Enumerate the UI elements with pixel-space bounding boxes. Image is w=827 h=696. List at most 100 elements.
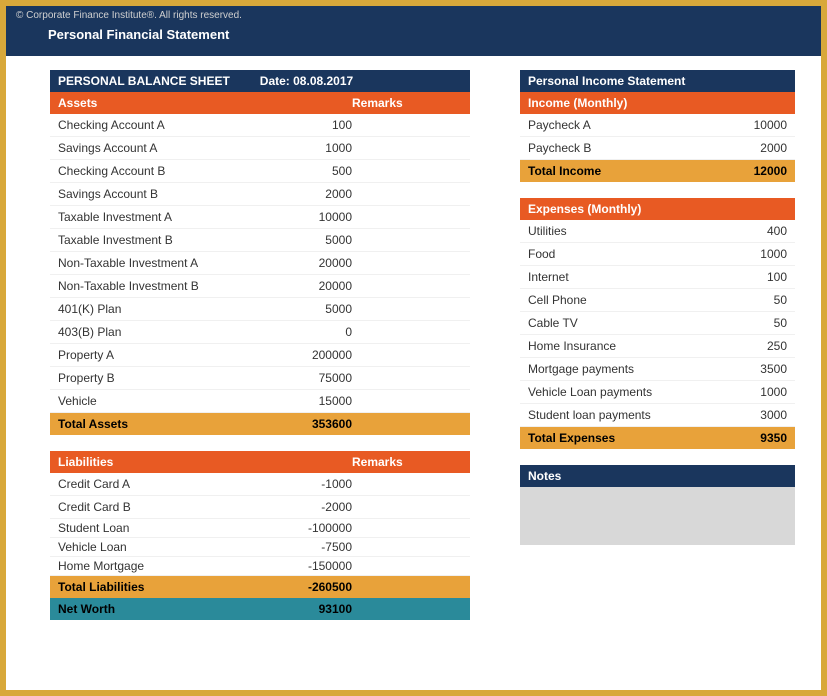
income-row: Paycheck A10000 <box>520 114 795 137</box>
total-assets-value: 353600 <box>262 417 352 431</box>
expense-value: 250 <box>717 339 787 353</box>
expense-label: Vehicle Loan payments <box>528 385 717 399</box>
expenses-header-label: Expenses (Monthly) <box>528 202 641 216</box>
remarks-col-label: Remarks <box>352 96 462 110</box>
income-label: Paycheck B <box>528 141 717 155</box>
asset-label: Taxable Investment B <box>58 233 262 247</box>
asset-row: Checking Account A100 <box>50 114 470 137</box>
asset-value: 75000 <box>262 371 352 385</box>
income-label: Paycheck A <box>528 118 717 132</box>
expense-value: 50 <box>717 316 787 330</box>
asset-row: Checking Account B500 <box>50 160 470 183</box>
page-title: Personal Financial Statement <box>48 27 811 42</box>
asset-row: Taxable Investment A10000 <box>50 206 470 229</box>
income-row: Paycheck B2000 <box>520 137 795 160</box>
liability-row: Student Loan-100000 <box>50 519 470 538</box>
asset-value: 500 <box>262 164 352 178</box>
expense-value: 400 <box>717 224 787 238</box>
liability-value: -2000 <box>262 500 352 514</box>
liabilities-list: Credit Card A-1000Credit Card B-2000Stud… <box>50 473 470 576</box>
liability-label: Home Mortgage <box>58 559 262 573</box>
liability-label: Credit Card A <box>58 477 262 491</box>
total-expenses-label: Total Expenses <box>528 431 717 445</box>
total-assets-label: Total Assets <box>58 417 262 431</box>
expense-value: 3000 <box>717 408 787 422</box>
asset-row: Savings Account B2000 <box>50 183 470 206</box>
expense-row: Mortgage payments3500 <box>520 358 795 381</box>
asset-value: 200000 <box>262 348 352 362</box>
asset-label: Vehicle <box>58 394 262 408</box>
asset-row: Property B75000 <box>50 367 470 390</box>
income-header-label: Income (Monthly) <box>528 96 627 110</box>
asset-row: Property A200000 <box>50 344 470 367</box>
asset-value: 20000 <box>262 279 352 293</box>
notes-label: Notes <box>528 469 561 483</box>
income-value: 10000 <box>717 118 787 132</box>
asset-value: 15000 <box>262 394 352 408</box>
assets-col-label: Assets <box>58 96 352 110</box>
asset-row: Non-Taxable Investment B20000 <box>50 275 470 298</box>
assets-list: Checking Account A100Savings Account A10… <box>50 114 470 413</box>
balance-sheet-title: PERSONAL BALANCE SHEET Date: 08.08.2017 <box>50 70 470 92</box>
expense-value: 3500 <box>717 362 787 376</box>
total-income-label: Total Income <box>528 164 717 178</box>
liability-row: Home Mortgage-150000 <box>50 557 470 576</box>
liability-label: Student Loan <box>58 521 262 535</box>
asset-value: 10000 <box>262 210 352 224</box>
asset-value: 20000 <box>262 256 352 270</box>
expense-label: Mortgage payments <box>528 362 717 376</box>
document-frame: © Corporate Finance Institute®. All righ… <box>0 0 827 696</box>
expense-value: 100 <box>717 270 787 284</box>
asset-label: Checking Account A <box>58 118 262 132</box>
asset-label: Non-Taxable Investment A <box>58 256 262 270</box>
content-area: PERSONAL BALANCE SHEET Date: 08.08.2017 … <box>6 56 821 630</box>
liability-row: Credit Card B-2000 <box>50 496 470 519</box>
asset-label: 403(B) Plan <box>58 325 262 339</box>
liability-label: Credit Card B <box>58 500 262 514</box>
liability-label: Vehicle Loan <box>58 540 262 554</box>
expense-row: Internet100 <box>520 266 795 289</box>
net-worth-value: 93100 <box>262 602 352 616</box>
asset-label: Property B <box>58 371 262 385</box>
asset-value: 0 <box>262 325 352 339</box>
asset-row: Non-Taxable Investment A20000 <box>50 252 470 275</box>
asset-row: Savings Account A1000 <box>50 137 470 160</box>
expense-value: 1000 <box>717 247 787 261</box>
liability-value: -7500 <box>262 540 352 554</box>
asset-value: 5000 <box>262 302 352 316</box>
asset-label: Non-Taxable Investment B <box>58 279 262 293</box>
total-liabilities-row: Total Liabilities -260500 <box>50 576 470 598</box>
asset-label: Taxable Investment A <box>58 210 262 224</box>
asset-value: 1000 <box>262 141 352 155</box>
asset-label: Checking Account B <box>58 164 262 178</box>
total-expenses-row: Total Expenses 9350 <box>520 427 795 449</box>
liability-row: Credit Card A-1000 <box>50 473 470 496</box>
income-header: Income (Monthly) <box>520 92 795 114</box>
total-assets-row: Total Assets 353600 <box>50 413 470 435</box>
liability-value: -150000 <box>262 559 352 573</box>
total-income-row: Total Income 12000 <box>520 160 795 182</box>
asset-label: Savings Account B <box>58 187 262 201</box>
asset-label: Savings Account A <box>58 141 262 155</box>
expense-row: Utilities400 <box>520 220 795 243</box>
total-liabilities-value: -260500 <box>262 580 352 594</box>
income-statement-title: Personal Income Statement <box>520 70 795 92</box>
expense-label: Cell Phone <box>528 293 717 307</box>
net-worth-row: Net Worth 93100 <box>50 598 470 620</box>
expense-label: Home Insurance <box>528 339 717 353</box>
left-column: PERSONAL BALANCE SHEET Date: 08.08.2017 … <box>50 70 470 620</box>
asset-row: Taxable Investment B5000 <box>50 229 470 252</box>
right-column: Personal Income Statement Income (Monthl… <box>520 70 795 620</box>
expense-label: Student loan payments <box>528 408 717 422</box>
asset-row: 403(B) Plan0 <box>50 321 470 344</box>
total-income-value: 12000 <box>717 164 787 178</box>
liabilities-remarks-label: Remarks <box>352 455 462 469</box>
total-expenses-value: 9350 <box>717 431 787 445</box>
liability-value: -100000 <box>262 521 352 535</box>
asset-label: 401(K) Plan <box>58 302 262 316</box>
expense-row: Vehicle Loan payments1000 <box>520 381 795 404</box>
asset-label: Property A <box>58 348 262 362</box>
expense-row: Cable TV50 <box>520 312 795 335</box>
expense-row: Food1000 <box>520 243 795 266</box>
expense-row: Cell Phone50 <box>520 289 795 312</box>
